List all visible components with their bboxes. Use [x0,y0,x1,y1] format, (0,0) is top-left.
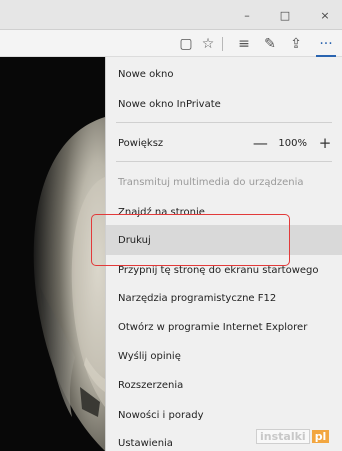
minimize-button[interactable]: – [232,0,262,30]
menu-divider [116,161,332,162]
reading-view-icon[interactable]: ▢ [174,30,198,57]
more-icon[interactable]: ··· [314,30,338,57]
zoom-label: Powiększ [118,137,164,149]
favorite-star-icon[interactable]: ☆ [196,30,220,57]
menu-item-find-on-page[interactable]: Znajdź na stronie [106,197,342,227]
menu-item-new-inprivate-window[interactable]: Nowe okno InPrivate [106,89,342,119]
page-content [0,57,105,451]
watermark-text: instalki [256,429,310,444]
maximize-button[interactable]: □ [270,0,300,30]
zoom-out-button[interactable]: — [250,134,270,152]
menu-divider [116,122,332,123]
menu-item-zoom: Powiększ — 100% + [106,128,342,158]
menu-item-developer-tools[interactable]: Narzędzia programistyczne F12 [106,283,342,313]
browser-toolbar: ▢ ☆ ≡ ✎ ⇪ ··· [0,30,342,57]
menu-item-new-window[interactable]: Nowe okno [106,59,342,89]
helmet-image [0,57,105,451]
watermark-logo: instalki pl [256,428,330,445]
share-icon[interactable]: ⇪ [284,30,308,57]
menu-item-cast-media: Transmituj multimedia do urządzenia [118,176,304,188]
menu-item-whats-new[interactable]: Nowości i porady [106,400,342,430]
menu-item-send-feedback[interactable]: Wyślij opinię [106,341,342,371]
zoom-in-button[interactable]: + [315,134,335,152]
watermark-suffix: pl [311,430,330,443]
close-button[interactable]: × [310,0,340,30]
zoom-level: 100% [278,137,307,149]
menu-item-extensions[interactable]: Rozszerzenia [106,370,342,400]
toolbar-divider [222,37,223,51]
zoom-control: — 100% + [250,128,335,158]
menu-item-pin-to-start[interactable]: Przypnij tę stronę do ekranu startowego [106,255,342,285]
menu-item-open-with-ie[interactable]: Otwórz w programie Internet Explorer [106,312,342,342]
title-bar: – □ × [0,0,342,30]
hub-icon[interactable]: ≡ [232,30,256,57]
web-note-icon[interactable]: ✎ [258,30,282,57]
more-actions-menu: Nowe okno Nowe okno InPrivate Powiększ —… [105,57,342,451]
menu-item-print[interactable]: Drukuj [106,225,342,255]
